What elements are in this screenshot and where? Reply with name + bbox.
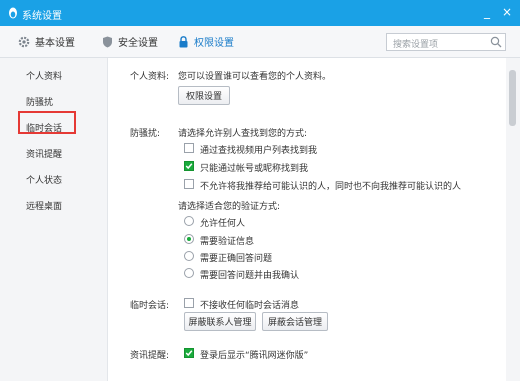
- blocked-sessions-button[interactable]: 屏蔽会话管理: [262, 312, 328, 331]
- highlight-box: [18, 111, 76, 134]
- find-method-prompt: 请选择允许别人查找到您的方式:: [178, 129, 308, 139]
- verify-option-radio-4[interactable]: [184, 268, 194, 278]
- find-option-checkbox-1[interactable]: [184, 143, 194, 153]
- sidebar-item-profile[interactable]: 个人资料: [26, 69, 62, 82]
- find-option-label-1: 通过查找视频用户列表找到我: [200, 146, 318, 156]
- find-option-label-3: 不允许将我推荐给可能认识的人，同时也不向我推荐可能认识的人: [200, 182, 462, 192]
- penguin-icon: [9, 7, 17, 19]
- search-placeholder: 搜索设置项: [393, 40, 439, 50]
- tab-label: 安全设置: [118, 38, 158, 49]
- shield-icon: [103, 36, 112, 47]
- find-option-label-2: 只能通过帐号或昵称找到我: [200, 164, 309, 174]
- settings-content: 个人资料: 您可以设置谁可以查看您的个人资料。 权限设置 防骚扰: 请选择允许别…: [108, 58, 504, 381]
- news-option-label: 登录后显示“腾讯网迷你版”: [200, 351, 309, 361]
- minimize-button[interactable]: _: [480, 5, 494, 19]
- section-label-anti-harassment: 防骚扰:: [130, 129, 161, 139]
- title-bar: 系统设置 _ ×: [0, 0, 520, 26]
- sidebar-item-news[interactable]: 资讯提醒: [26, 147, 62, 160]
- profile-description: 您可以设置谁可以查看您的个人资料。: [178, 72, 332, 82]
- search-input[interactable]: 搜索设置项: [386, 33, 506, 51]
- section-label-news: 资讯提醒:: [130, 351, 170, 361]
- sidebar-item-remote-desktop[interactable]: 远程桌面: [26, 199, 62, 212]
- sidebar: 个人资料 防骚扰 临时会话 资讯提醒 个人状态 远程桌面: [0, 58, 108, 381]
- close-button[interactable]: ×: [500, 5, 514, 19]
- verify-option-label-1: 允许任何人: [200, 219, 246, 229]
- news-checkbox[interactable]: [184, 348, 194, 358]
- blocked-contacts-button[interactable]: 屏蔽联系人管理: [184, 312, 256, 331]
- checkmark-icon: [185, 163, 193, 170]
- tab-label: 基本设置: [35, 38, 75, 49]
- verify-method-prompt: 请选择适合您的验证方式:: [178, 202, 281, 212]
- verify-option-label-4: 需要回答问题并由我确认: [200, 271, 300, 281]
- verify-option-label-2: 需要验证信息: [200, 237, 255, 247]
- toolbar: 基本设置 安全设置 权限设置 搜索设置项: [0, 26, 520, 58]
- section-label-profile: 个人资料:: [130, 72, 170, 82]
- find-option-checkbox-3[interactable]: [184, 179, 194, 189]
- verify-option-radio-3[interactable]: [184, 251, 194, 261]
- sidebar-item-anti-harassment[interactable]: 防骚扰: [26, 95, 53, 108]
- temp-session-option-label: 不接收任何临时会话消息: [200, 301, 300, 311]
- verify-option-radio-2[interactable]: [184, 234, 194, 244]
- window-title: 系统设置: [22, 11, 62, 22]
- verify-option-label-3: 需要正确回答问题: [200, 254, 273, 264]
- permission-settings-button[interactable]: 权限设置: [178, 86, 230, 105]
- lock-icon: [179, 35, 188, 47]
- search-icon[interactable]: [490, 36, 502, 48]
- verify-option-radio-1[interactable]: [184, 216, 194, 226]
- sidebar-item-status[interactable]: 个人状态: [26, 173, 62, 186]
- find-option-checkbox-2[interactable]: [184, 161, 194, 171]
- temp-session-checkbox[interactable]: [184, 298, 194, 308]
- scrollbar-thumb[interactable]: [509, 70, 516, 126]
- tab-basic-settings[interactable]: 基本设置: [18, 26, 75, 57]
- tab-permission-settings[interactable]: 权限设置: [178, 26, 234, 57]
- tab-security-settings[interactable]: 安全设置: [102, 26, 158, 57]
- section-label-temp-session: 临时会话:: [130, 301, 170, 311]
- tab-label: 权限设置: [194, 38, 234, 49]
- checkmark-icon: [185, 350, 193, 357]
- gear-icon: [18, 36, 30, 47]
